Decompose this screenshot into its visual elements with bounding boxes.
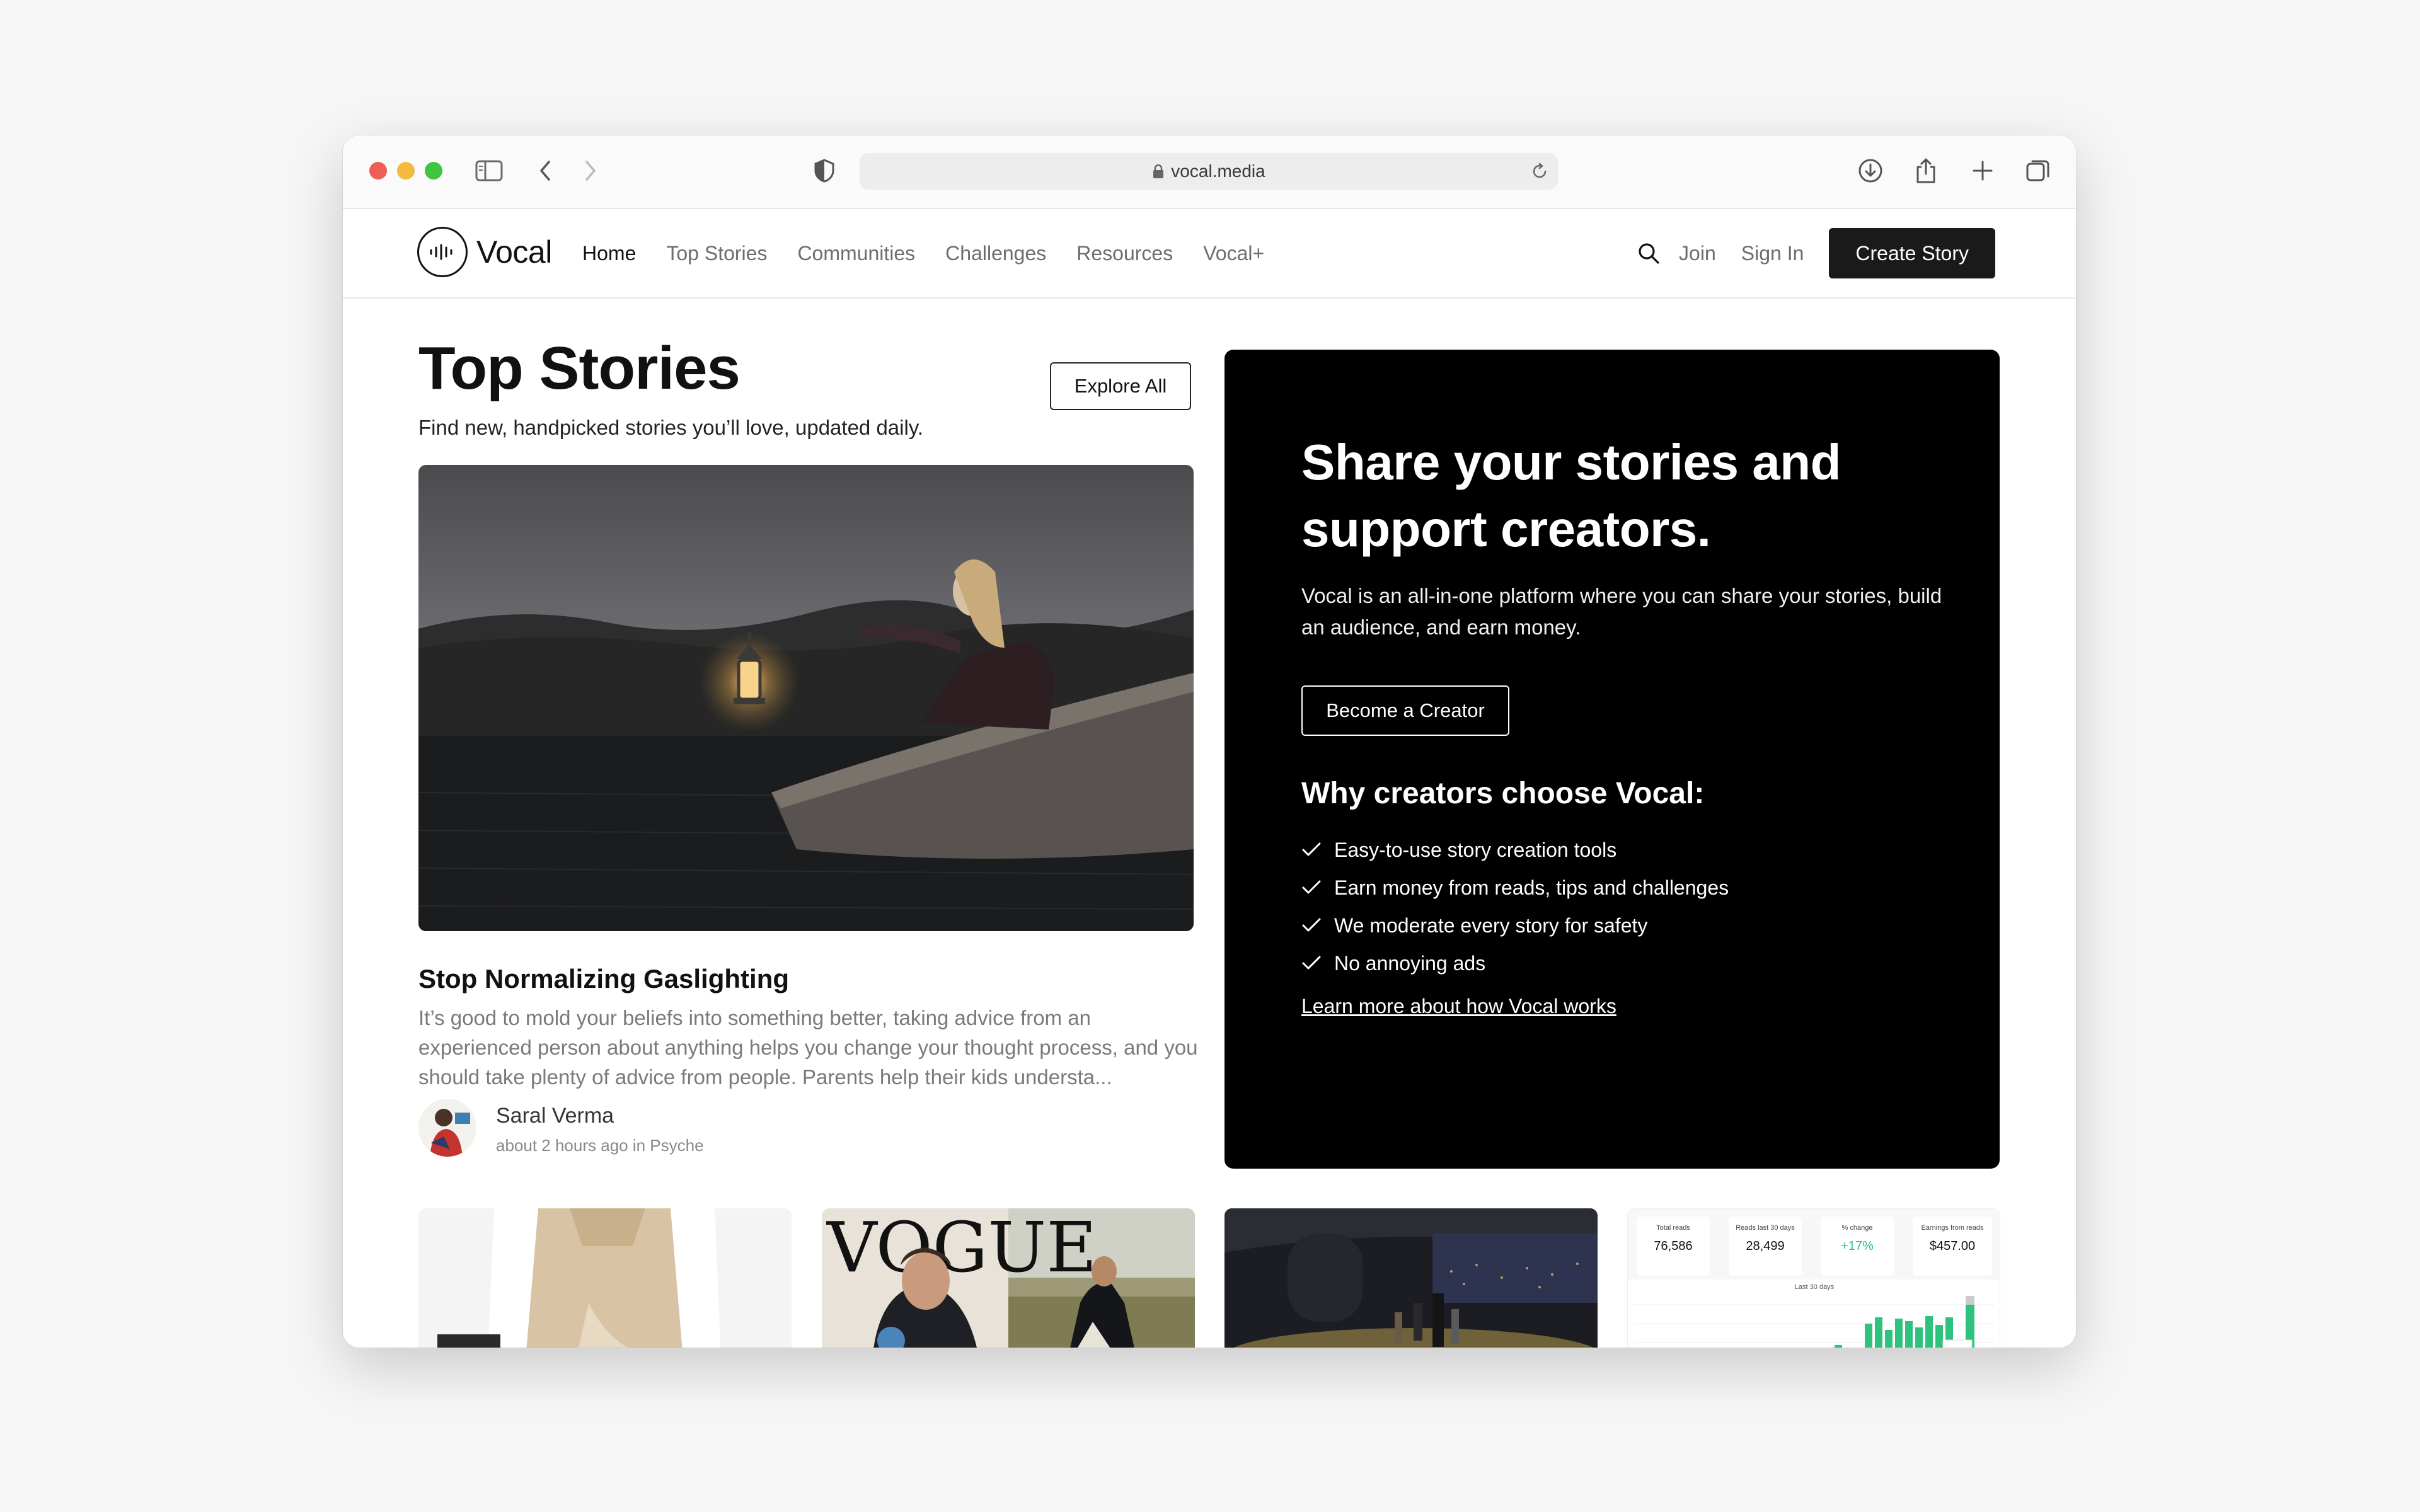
logo-text: Vocal — [476, 234, 552, 270]
reasons-list: Easy-to-use story creation tools Earn mo… — [1301, 831, 1729, 982]
site-header: Vocal Home Top Stories Communities Chall… — [343, 209, 2076, 299]
sign-in-link[interactable]: Sign In — [1741, 242, 1804, 265]
story-card-stats-dashboard[interactable]: Total reads 76,586 Reads last 30 days 28… — [1627, 1208, 2000, 1348]
share-icon[interactable] — [1907, 152, 1945, 190]
story-meta: about 2 hours ago in Psyche — [496, 1136, 704, 1155]
forward-icon[interactable] — [571, 152, 609, 190]
page-subtitle: Find new, handpicked stories you’ll love… — [418, 416, 924, 439]
stat-label: Reads last 30 days — [1736, 1224, 1795, 1232]
page-content: Vocal Home Top Stories Communities Chall… — [343, 209, 2076, 1348]
featured-story-excerpt: It’s good to mold your beliefs into some… — [418, 1006, 1198, 1089]
nav-resources[interactable]: Resources — [1076, 242, 1173, 265]
address-bar[interactable]: vocal.media — [860, 153, 1558, 190]
become-creator-button[interactable]: Become a Creator — [1301, 685, 1509, 736]
featured-story-image[interactable] — [418, 465, 1194, 931]
reason-item: No annoying ads — [1301, 944, 1729, 982]
learn-more-link[interactable]: Learn more about how Vocal works — [1301, 995, 1616, 1018]
minimize-button[interactable] — [397, 162, 415, 180]
story-card-image-apron[interactable] — [418, 1208, 792, 1348]
nav-home[interactable]: Home — [582, 242, 636, 265]
url-text: vocal.media — [1171, 161, 1265, 181]
page-title: Top Stories — [418, 335, 740, 402]
back-icon[interactable] — [527, 152, 565, 190]
vocal-logo-icon — [417, 227, 468, 277]
nav-communities[interactable]: Communities — [797, 242, 915, 265]
reason-item: We moderate every story for safety — [1301, 907, 1729, 944]
stat-box-reads-30-days: Reads last 30 days 28,499 — [1729, 1217, 1802, 1276]
search-icon[interactable] — [1636, 241, 1661, 266]
featured-story-title[interactable]: Stop Normalizing Gaslighting — [418, 964, 789, 994]
story-card-image-cinema[interactable] — [1224, 1208, 1598, 1348]
checkmark-icon — [1301, 953, 1323, 974]
checkmark-icon — [1301, 915, 1323, 936]
downloads-icon[interactable] — [1852, 152, 1889, 190]
main-nav: Home Top Stories Communities Challenges … — [582, 209, 1294, 297]
why-title: Why creators choose Vocal: — [1301, 777, 1705, 810]
checkmark-icon — [1301, 839, 1323, 861]
stat-box-earnings: Earnings from reads $457.00 — [1913, 1217, 1992, 1276]
promo-text: Vocal is an all-in-one platform where yo… — [1301, 584, 1942, 639]
promo-title: Share your stories and support creators. — [1301, 434, 1841, 557]
reason-label: No annoying ads — [1334, 951, 1486, 975]
browser-toolbar: vocal.media — [343, 135, 2076, 209]
privacy-shield-icon[interactable] — [805, 152, 843, 190]
stat-label: % change — [1841, 1224, 1873, 1232]
nav-vocal-plus[interactable]: Vocal+ — [1203, 242, 1264, 265]
join-link[interactable]: Join — [1679, 242, 1716, 265]
reason-label: We moderate every story for safety — [1334, 914, 1648, 937]
explore-all-button[interactable]: Explore All — [1050, 362, 1191, 410]
tab-overview-icon[interactable] — [2019, 152, 2057, 190]
vocal-logo[interactable]: Vocal — [417, 227, 552, 277]
checkmark-icon — [1301, 877, 1323, 898]
author-name[interactable]: Saral Verma — [496, 1104, 614, 1128]
stat-box-total-reads: Total reads 76,586 — [1637, 1217, 1710, 1276]
lock-icon — [1152, 164, 1165, 179]
nav-challenges[interactable]: Challenges — [945, 242, 1046, 265]
close-button[interactable] — [369, 162, 387, 180]
author-avatar[interactable] — [418, 1099, 476, 1157]
reason-label: Easy-to-use story creation tools — [1334, 838, 1617, 861]
stat-label: Total reads — [1656, 1224, 1690, 1232]
vogue-wordmark: VOGUE — [826, 1208, 1097, 1288]
stat-value: 76,586 — [1654, 1239, 1693, 1253]
creator-promo-panel: Share your stories and support creators.… — [1224, 350, 2000, 1169]
stat-label: Earnings from reads — [1921, 1224, 1984, 1232]
header-actions: Join Sign In Create Story — [1636, 209, 1995, 297]
stat-value: 28,499 — [1746, 1239, 1785, 1253]
stat-value: +17% — [1841, 1239, 1874, 1253]
stats-chart-area: Last 30 days — [1628, 1280, 2000, 1348]
story-card-image-vogue[interactable]: VOGUE — [822, 1208, 1195, 1348]
new-tab-icon[interactable] — [1964, 152, 2002, 190]
zoom-button[interactable] — [425, 162, 442, 180]
stat-box-percent-change: % change +17% — [1821, 1217, 1894, 1276]
browser-window: vocal.media Vocal Home Top Stories Commu… — [343, 135, 2076, 1348]
nav-top-stories[interactable]: Top Stories — [666, 242, 767, 265]
reason-item: Easy-to-use story creation tools — [1301, 831, 1729, 869]
stat-value: $457.00 — [1929, 1239, 1976, 1253]
create-story-button[interactable]: Create Story — [1829, 228, 1995, 278]
sidebar-icon[interactable] — [470, 152, 508, 190]
reason-item: Earn money from reads, tips and challeng… — [1301, 869, 1729, 907]
reload-icon[interactable] — [1530, 162, 1549, 185]
reason-label: Earn money from reads, tips and challeng… — [1334, 876, 1729, 899]
